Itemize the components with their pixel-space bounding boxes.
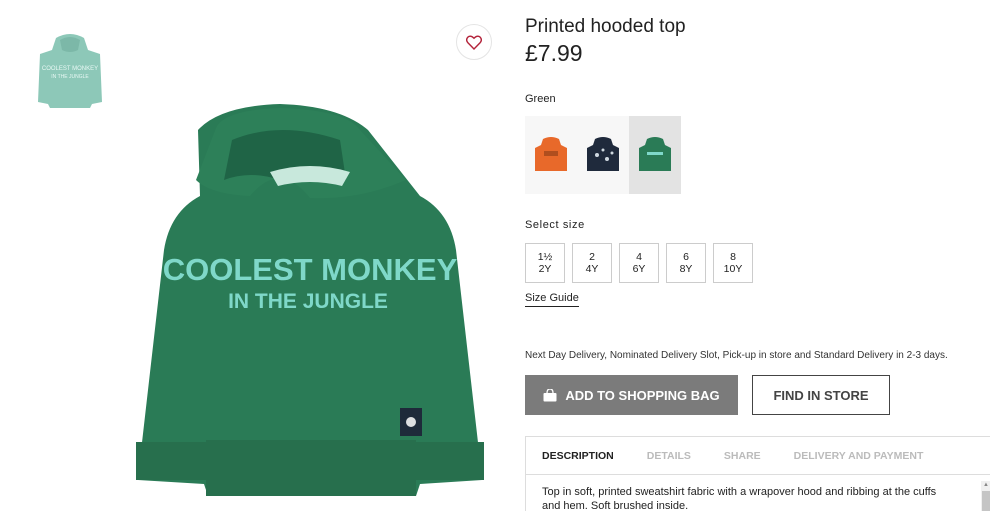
thumb-print-line2: IN THE JUNGLE [51, 74, 89, 80]
tab-details[interactable]: DETAILS [647, 450, 691, 462]
info-tabs: DESCRIPTION DETAILS SHARE DELIVERY AND P… [526, 437, 990, 475]
size-option-line1: 8 [730, 251, 736, 263]
print-line1: COOLEST MONKEY [163, 252, 458, 287]
swatch-green[interactable] [629, 116, 681, 194]
favourite-button[interactable] [456, 24, 492, 60]
add-to-bag-button[interactable]: ADD TO SHOPPING BAG [525, 375, 738, 415]
swatch-dark-blue[interactable] [577, 116, 629, 194]
scrollbar-thumb[interactable] [982, 491, 990, 511]
delivery-info: Next Day Delivery, Nominated Delivery Sl… [525, 350, 948, 361]
size-option-line1: 2 [589, 251, 595, 263]
product-info-panel: DESCRIPTION DETAILS SHARE DELIVERY AND P… [525, 436, 990, 511]
swatch-orange[interactable] [525, 116, 577, 194]
size-option-line1: 6 [683, 251, 689, 263]
product-title: Printed hooded top [525, 16, 686, 37]
size-option[interactable]: 8 10Y [713, 243, 753, 283]
size-option-line2: 6Y [632, 263, 646, 275]
size-option-line2: 2Y [538, 263, 552, 275]
tab-share[interactable]: SHARE [724, 450, 761, 462]
color-swatches [525, 116, 681, 194]
bag-icon [543, 388, 557, 401]
size-option-line2: 4Y [585, 263, 599, 275]
select-size-label: Select size [525, 219, 585, 231]
tab-delivery-payment[interactable]: DELIVERY AND PAYMENT [794, 450, 924, 462]
find-in-store-button[interactable]: FIND IN STORE [752, 375, 890, 415]
main-product-image: COOLEST MONKEY IN THE JUNGLE [120, 100, 500, 511]
size-option-line1: 4 [636, 251, 642, 263]
description-text: Top in soft, printed sweatshirt fabric w… [542, 486, 937, 511]
print-line2: IN THE JUNGLE [228, 290, 388, 313]
size-option[interactable]: 4 6Y [619, 243, 659, 283]
product-thumbnail[interactable]: COOLEST MONKEY IN THE JUNGLE [34, 30, 106, 110]
size-option-line1: 1½ [537, 251, 553, 263]
selected-color-label: Green [525, 93, 556, 105]
add-to-bag-label: ADD TO SHOPPING BAG [565, 387, 720, 403]
product-price: £7.99 [525, 40, 583, 66]
size-option[interactable]: 1½ 2Y [525, 243, 565, 283]
scroll-up-arrow-icon[interactable]: ▲ [981, 481, 990, 489]
size-guide-link[interactable]: Size Guide [525, 292, 579, 307]
thumb-print-line1: COOLEST MONKEY [42, 66, 98, 72]
size-option-line2: 8Y [679, 263, 693, 275]
size-option[interactable]: 6 8Y [666, 243, 706, 283]
size-option-line2: 10Y [723, 263, 743, 275]
size-option[interactable]: 2 4Y [572, 243, 612, 283]
size-options: 1½ 2Y 2 4Y 4 6Y 6 8Y 8 10Y [525, 243, 753, 283]
heart-icon [466, 35, 482, 50]
tab-description[interactable]: DESCRIPTION [542, 450, 614, 462]
